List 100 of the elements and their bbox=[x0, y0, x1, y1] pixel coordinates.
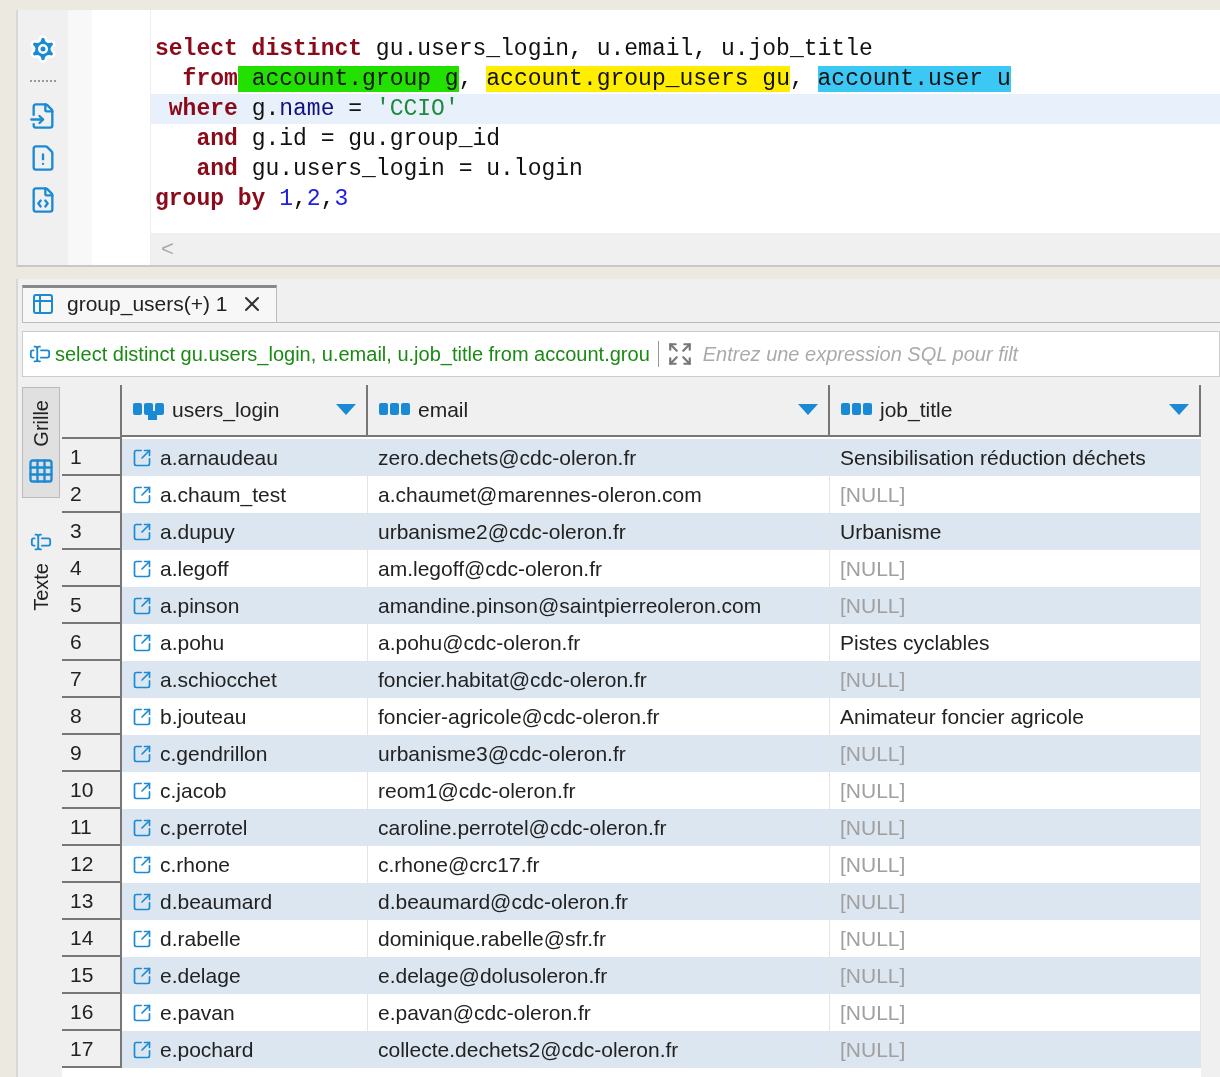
table-cell: e.delage@dolusoleron.fr bbox=[368, 957, 830, 994]
row-number: 2 bbox=[62, 476, 122, 513]
row-number: 6 bbox=[62, 624, 122, 661]
login-text: a.schiocchet bbox=[160, 667, 277, 692]
link-icon[interactable] bbox=[132, 891, 152, 912]
row-number: 10 bbox=[62, 772, 122, 809]
link-icon[interactable] bbox=[132, 1039, 152, 1060]
row-number: 16 bbox=[62, 994, 122, 1031]
code-text: , bbox=[458, 66, 474, 92]
link-icon[interactable] bbox=[132, 928, 152, 949]
tab-label: group_users(+) 1 bbox=[67, 292, 228, 316]
settings-icon[interactable] bbox=[28, 34, 58, 64]
highlighted-code: account.user u bbox=[817, 66, 1011, 92]
sort-triangle-icon[interactable] bbox=[1169, 404, 1189, 416]
text-cursor-icon bbox=[29, 343, 51, 365]
table-cell: [NULL] bbox=[830, 883, 1201, 920]
code-text: , bbox=[789, 66, 805, 92]
login-text: b.jouteau bbox=[160, 704, 247, 729]
sort-triangle-icon[interactable] bbox=[336, 404, 356, 416]
link-icon[interactable] bbox=[132, 558, 152, 579]
sql-keyword: select distinct bbox=[155, 36, 363, 62]
table-cell: [NULL] bbox=[830, 809, 1201, 846]
column-label: users_login bbox=[172, 398, 281, 422]
header-corner bbox=[62, 385, 122, 439]
link-icon[interactable] bbox=[132, 780, 152, 801]
row-number: 7 bbox=[62, 661, 122, 698]
code-text: 3 bbox=[334, 186, 349, 212]
link-icon[interactable] bbox=[132, 521, 152, 542]
login-text: c.perrotel bbox=[160, 815, 248, 840]
link-icon[interactable] bbox=[132, 595, 152, 616]
table-cell: zero.dechets@cdc-oleron.fr bbox=[368, 439, 830, 476]
row-number: 11 bbox=[62, 809, 122, 846]
link-icon[interactable] bbox=[132, 817, 152, 838]
code-text: 'CCIO' bbox=[375, 96, 459, 122]
link-icon[interactable] bbox=[132, 706, 152, 727]
row-number: 17 bbox=[62, 1031, 122, 1068]
code-text: , bbox=[320, 186, 335, 212]
login-text: a.dupuy bbox=[160, 519, 235, 544]
table-cell: [NULL] bbox=[830, 587, 1201, 624]
login-text: a.legoff bbox=[160, 556, 229, 581]
table-cell: Urbanisme bbox=[830, 513, 1201, 550]
column-header[interactable]: email bbox=[368, 385, 830, 437]
column-header[interactable]: job_title bbox=[830, 385, 1201, 437]
side-tab[interactable]: Texte bbox=[22, 517, 60, 624]
sql-keyword: and bbox=[195, 126, 238, 152]
table-cell: collecte.dechets2@cdc-oleron.fr bbox=[368, 1031, 830, 1068]
login-text: e.delage bbox=[160, 963, 241, 988]
expand-icon[interactable] bbox=[666, 341, 693, 367]
table-cell: [NULL] bbox=[830, 1031, 1201, 1068]
link-icon[interactable] bbox=[132, 1002, 152, 1023]
table-cell: [NULL] bbox=[830, 735, 1201, 772]
login-text: e.pochard bbox=[160, 1037, 254, 1062]
link-icon[interactable] bbox=[132, 447, 152, 468]
row-number: 9 bbox=[62, 735, 122, 772]
row-number: 14 bbox=[62, 920, 122, 957]
login-text: d.beaumard bbox=[160, 889, 273, 914]
login-text: c.rhone bbox=[160, 852, 231, 877]
table-cell: foncier.habitat@cdc-oleron.fr bbox=[368, 661, 830, 698]
table-cell: [NULL] bbox=[830, 957, 1201, 994]
login-text: e.pavan bbox=[160, 1000, 235, 1025]
login-text: a.pinson bbox=[160, 593, 240, 618]
link-icon[interactable] bbox=[132, 632, 152, 653]
code-text: = bbox=[347, 96, 364, 122]
table-cell: caroline.perrotel@cdc-oleron.fr bbox=[368, 809, 830, 846]
table-cell: urbanisme2@cdc-oleron.fr bbox=[368, 513, 830, 550]
column-label: email bbox=[418, 398, 470, 422]
link-icon[interactable] bbox=[132, 484, 152, 505]
link-icon[interactable] bbox=[132, 669, 152, 690]
login-text: d.rabelle bbox=[160, 926, 241, 951]
code-text: gu.users_login, u.email, u.job_title bbox=[374, 36, 873, 62]
login-text: c.jacob bbox=[160, 778, 227, 803]
sql-keyword: where bbox=[167, 96, 238, 122]
link-icon[interactable] bbox=[132, 965, 152, 986]
result-tab[interactable]: group_users(+) 1 bbox=[22, 285, 277, 322]
row-number: 3 bbox=[62, 513, 122, 550]
login-text: a.arnaudeau bbox=[160, 445, 278, 470]
row-number: 4 bbox=[62, 550, 122, 587]
code-text: name bbox=[279, 96, 335, 122]
grid-icon bbox=[27, 456, 55, 485]
row-number: 5 bbox=[62, 587, 122, 624]
code-text: g. bbox=[250, 96, 280, 122]
row-number: 12 bbox=[62, 846, 122, 883]
table-cell: d.beaumard@cdc-oleron.fr bbox=[368, 883, 830, 920]
row-number: 1 bbox=[62, 439, 122, 476]
link-icon[interactable] bbox=[132, 743, 152, 764]
code-text: g.id = gu.group_id bbox=[250, 126, 501, 152]
table-cell: amandine.pinson@saintpierreoleron.com bbox=[368, 587, 830, 624]
code-text: , bbox=[293, 186, 307, 212]
sort-triangle-icon[interactable] bbox=[798, 404, 818, 416]
column-header[interactable]: users_login bbox=[122, 385, 368, 437]
code-text: 1 bbox=[279, 186, 294, 212]
table-cell: Sensibilisation réduction déchets bbox=[830, 439, 1201, 476]
login-text: a.chaum_test bbox=[160, 482, 287, 507]
table-icon bbox=[31, 292, 55, 316]
code-text: 2 bbox=[306, 186, 321, 212]
side-tab[interactable]: Grille bbox=[22, 387, 60, 498]
table-cell: urbanisme3@cdc-oleron.fr bbox=[368, 735, 830, 772]
link-icon[interactable] bbox=[132, 854, 152, 875]
highlighted-code: account.group g bbox=[237, 66, 459, 92]
sql-keyword: group by bbox=[155, 186, 267, 212]
